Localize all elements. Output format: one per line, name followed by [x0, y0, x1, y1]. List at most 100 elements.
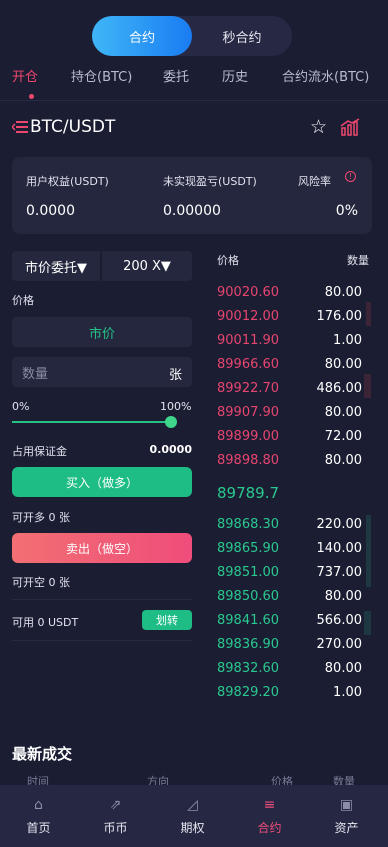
bid-qty: 566.00 [316, 613, 363, 628]
nav-contract[interactable]: ≡ 合约 [231, 785, 308, 847]
ask-qty: 80.00 [324, 453, 362, 468]
bid-price: 89836.90 [217, 637, 280, 652]
contract-mode-toggle: 合约 秒合约 [92, 16, 292, 56]
tab-open-position[interactable]: 开仓 [12, 66, 38, 85]
order-type-select[interactable]: 市价委托▼ [12, 251, 100, 281]
bid-price: 89832.60 [217, 661, 280, 676]
risk-rate-label: 风险率 [298, 175, 331, 188]
coin-trade-icon: ⇗ [109, 797, 122, 813]
bid-price: 89829.20 [217, 685, 280, 700]
bid-price: 89865.90 [217, 541, 280, 556]
margin-label: 占用保证金 [12, 445, 67, 458]
ask-price: 90012.00 [217, 309, 280, 324]
ask-price: 89922.70 [217, 381, 280, 396]
divider [12, 599, 192, 600]
bid-row[interactable]: 89850.60 80.00 [217, 585, 362, 609]
bid-price: 89868.30 [217, 517, 280, 532]
nav-home[interactable]: ⌂ 首页 [0, 785, 77, 847]
nav-options-label: 期权 [180, 821, 205, 835]
tab-holdings[interactable]: 持仓(BTC) [71, 66, 132, 85]
orderbook-qty-header: 数量 [347, 254, 369, 267]
leverage-select[interactable]: 200 X▼ [102, 251, 192, 281]
ask-qty: 80.00 [324, 405, 362, 420]
market-price-text: 市价 [88, 326, 115, 342]
ask-qty: 1.00 [333, 333, 362, 348]
bid-row[interactable]: 89851.00 737.00 [217, 561, 362, 585]
unrealized-pnl-label: 未实现盈亏(USDT) [163, 175, 257, 188]
ask-price: 89907.90 [217, 405, 280, 420]
nav-home-label: 首页 [26, 821, 51, 835]
ask-qty: 80.00 [324, 357, 362, 372]
favorite-star-icon[interactable]: ☆ [310, 116, 327, 138]
user-equity-label: 用户权益(USDT) [26, 175, 109, 188]
pair-menu-icon[interactable] [12, 121, 28, 133]
buy-long-button[interactable]: 买入（做多） [12, 467, 192, 497]
ask-price: 89899.00 [217, 429, 280, 444]
can-open-short-text: 可开空 0 张 [12, 576, 70, 589]
tab-orders[interactable]: 委托 [163, 66, 189, 85]
second-contract-tab-button[interactable]: 秒合约 [192, 16, 292, 56]
risk-info-icon[interactable]: ! [345, 171, 356, 182]
home-icon: ⌂ [34, 797, 43, 813]
bid-row[interactable]: 89836.90 270.00 [217, 633, 362, 657]
sell-short-button[interactable]: 卖出（做空） [12, 533, 192, 563]
bid-qty: 220.00 [316, 517, 363, 532]
bid-qty: 80.00 [324, 589, 362, 604]
nav-assets-label: 资产 [334, 821, 359, 835]
active-tab-indicator [29, 94, 34, 99]
transfer-button[interactable]: 划转 [142, 610, 192, 630]
margin-value: 0.0000 [149, 443, 192, 456]
ask-price: 90020.60 [217, 285, 280, 300]
ask-qty: 486.00 [316, 381, 363, 396]
nav-contract-label: 合约 [257, 821, 282, 835]
ask-row[interactable]: 89966.60 80.00 [217, 353, 362, 377]
latest-trades-title: 最新成交 [12, 745, 73, 763]
options-icon: ◿ [187, 797, 198, 813]
bid-row[interactable]: 89868.30 220.00 [217, 513, 362, 537]
ask-row[interactable]: 89922.70 486.00 [217, 377, 362, 401]
nav-assets[interactable]: ▣ 资产 [308, 785, 388, 847]
contract-icon: ≡ [263, 797, 276, 813]
percent-slider-handle[interactable] [165, 416, 177, 428]
bid-row[interactable]: 89829.20 1.00 [217, 681, 362, 705]
depth-bar [364, 374, 371, 398]
tab-contract-ledger[interactable]: 合约流水(BTC) [282, 66, 369, 85]
depth-bar [366, 302, 371, 326]
ask-row[interactable]: 90012.00 176.00 [217, 305, 362, 329]
price-input[interactable]: 市价 [12, 317, 192, 347]
bid-qty: 737.00 [316, 565, 363, 580]
trading-pair-title[interactable]: BTC/USDT [30, 117, 115, 137]
tab-history[interactable]: 历史 [222, 66, 248, 85]
slider-min-label: 0% [12, 400, 30, 413]
bid-qty: 140.00 [316, 541, 363, 556]
ask-row[interactable]: 90011.90 1.00 [217, 329, 362, 353]
bid-price: 89851.00 [217, 565, 280, 580]
ask-row[interactable]: 89899.00 72.00 [217, 425, 362, 449]
last-price: 89789.7 [217, 484, 280, 502]
ask-row[interactable]: 90020.60 80.00 [217, 281, 362, 305]
ask-qty: 176.00 [316, 309, 363, 324]
kline-chart-icon[interactable] [340, 118, 360, 136]
bid-row[interactable]: 89865.90 140.00 [217, 537, 362, 561]
nav-spot[interactable]: ⇗ 币币 [77, 785, 154, 847]
ask-row[interactable]: 89898.80 80.00 [217, 449, 362, 473]
nav-options[interactable]: ◿ 期权 [154, 785, 231, 847]
ask-qty: 80.00 [324, 285, 362, 300]
contract-tab-button[interactable]: 合约 [92, 16, 192, 56]
divider [12, 640, 192, 641]
bid-row[interactable]: 89832.60 80.00 [217, 657, 362, 681]
ask-qty: 72.00 [324, 429, 362, 444]
percent-slider-track[interactable] [12, 421, 172, 423]
ask-row[interactable]: 89907.90 80.00 [217, 401, 362, 425]
quantity-unit: 张 [168, 368, 182, 383]
price-label: 价格 [12, 294, 34, 307]
depth-bar [366, 515, 371, 587]
unrealized-pnl-value: 0.00000 [163, 203, 221, 219]
bid-qty: 1.00 [333, 685, 362, 700]
trade-tabs: 开仓 持仓(BTC) 委托 历史 合约流水(BTC) [0, 66, 388, 100]
bid-row[interactable]: 89841.60 566.00 [217, 609, 362, 633]
quantity-input[interactable]: 数量 张 [12, 357, 192, 387]
bid-qty: 270.00 [316, 637, 363, 652]
ask-price: 90011.90 [217, 333, 280, 348]
orderbook-price-header: 价格 [217, 254, 239, 267]
